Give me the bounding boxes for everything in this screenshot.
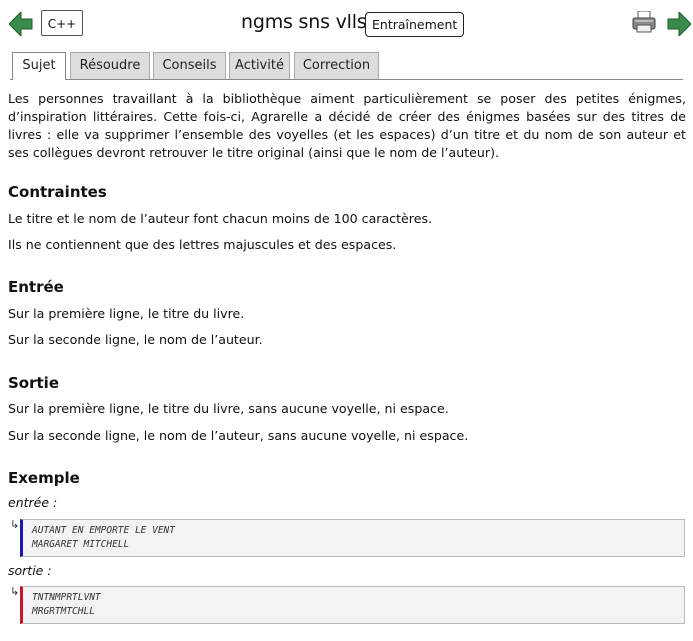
example-heading: Exemple: [8, 469, 80, 487]
constraints-heading: Contraintes: [8, 183, 107, 201]
tab-sujet[interactable]: Sujet: [12, 52, 66, 80]
input-line: Sur la seconde ligne, le nom de l’auteur…: [8, 332, 263, 347]
input-line: Sur la première ligne, le titre du livre…: [8, 306, 245, 321]
tab-correction[interactable]: Correction: [294, 52, 379, 79]
tab-activite[interactable]: Activité: [229, 52, 290, 79]
example-output-label: sortie :: [8, 563, 52, 578]
tab-resoudre[interactable]: Résoudre: [70, 52, 150, 79]
intro-paragraph: Les personnes travaillant à la bibliothè…: [8, 91, 686, 160]
example-output-box: TNTNMPRTLVNT MRGRTMTCHLL: [20, 586, 685, 624]
constraint-line: Ils ne contiennent que des lettres majus…: [8, 237, 397, 252]
printer-icon[interactable]: [632, 10, 656, 37]
tab-bar: Sujet Résoudre Conseils Activité Correct…: [10, 52, 683, 80]
language-button[interactable]: C++: [41, 10, 83, 36]
input-heading: Entrée: [8, 278, 64, 296]
statement-content: Les personnes travaillant à la bibliothè…: [8, 90, 686, 624]
return-arrow-icon: ↳: [10, 518, 20, 531]
output-line: Sur la première ligne, le titre du livre…: [8, 401, 449, 416]
page-title: ngms sns vlls: [241, 11, 367, 33]
example-input-box: AUTANT EN EMPORTE LE VENT MARGARET MITCH…: [20, 519, 685, 557]
example-input-label: entrée :: [8, 495, 58, 510]
output-line: Sur la seconde ligne, le nom de l’auteur…: [8, 428, 469, 443]
mode-badge[interactable]: Entraînement: [365, 12, 465, 37]
output-heading: Sortie: [8, 374, 59, 392]
return-arrow-icon: ↳: [10, 585, 20, 598]
constraint-line: Le titre et le nom de l’auteur font chac…: [8, 211, 433, 226]
tab-conseils[interactable]: Conseils: [153, 52, 226, 79]
